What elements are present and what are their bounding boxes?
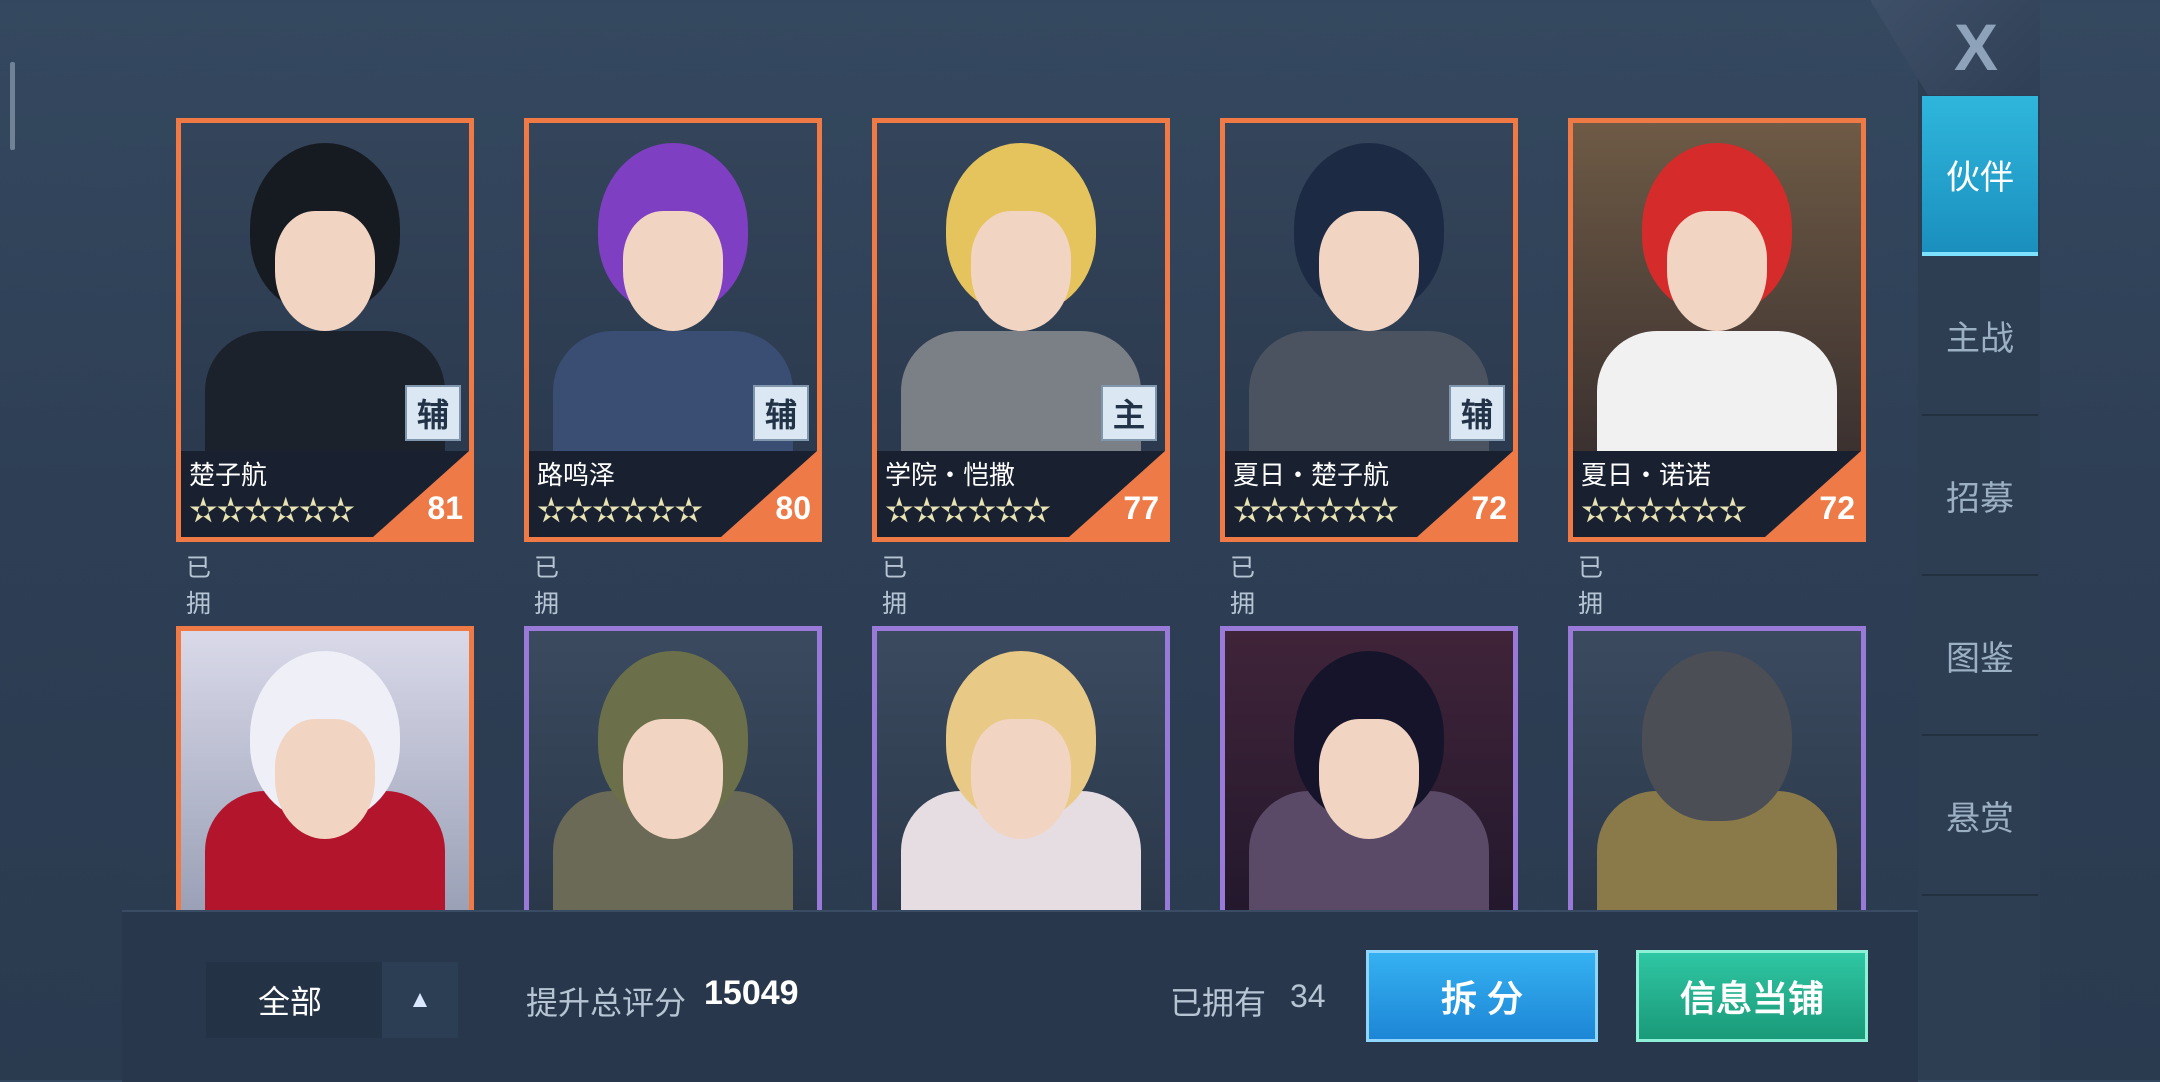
tab-bounty[interactable]: 悬赏 [1922,736,2038,896]
partner-score: 80 [775,490,811,526]
partner-card-summer-chuzihang[interactable]: 辅 夏日・楚子航 ✫✫✫✫✫✫ 72 [1220,118,1518,542]
partner-name: 学院・恺撒 [885,460,1016,490]
partner-portrait [1573,123,1861,451]
role-badge: 辅 [753,385,809,441]
close-button[interactable]: X [1870,0,2040,95]
boost-score-value: 15049 [704,974,799,1012]
split-button[interactable]: 拆 分 [1366,950,1598,1042]
right-sidebar: 伙伴 主战 招募 图鉴 悬赏 [1922,96,2038,896]
card-info: 夏日・诺诺 ✫✫✫✫✫✫ 72 [1573,451,1861,537]
partner-score: 72 [1471,490,1507,526]
partner-name: 路鸣泽 [537,460,616,490]
star-rating: ✫✫✫✫✫✫ [885,492,1051,530]
left-drag-handle[interactable] [10,62,15,150]
partner-score: 72 [1819,490,1855,526]
triangle-up-icon: ▲ [408,986,432,1013]
card-info: 夏日・楚子航 ✫✫✫✫✫✫ 72 [1225,451,1513,537]
partner-card-row2-4[interactable] [1220,626,1518,916]
boost-score-label: 提升总评分 [526,985,687,1021]
partner-card-chuzihang[interactable]: 辅 楚子航 ✫✫✫✫✫✫ 81 [176,118,474,542]
partner-card-row2-1[interactable] [176,626,474,916]
partner-portrait [529,631,817,911]
partner-name: 夏日・楚子航 [1233,460,1390,490]
close-icon: X [1954,10,1999,84]
star-rating: ✫✫✫✫✫✫ [189,492,355,530]
partner-portrait [877,631,1165,911]
partner-card-kaisa[interactable]: 主 学院・恺撒 ✫✫✫✫✫✫ 77 [872,118,1170,542]
partner-score: 81 [427,490,463,526]
info-pawnshop-button[interactable]: 信息当铺 [1636,950,1868,1042]
owned-total-value: 34 [1290,978,1326,1014]
partner-portrait [1573,631,1861,911]
partner-card-row2-5[interactable] [1568,626,1866,916]
tab-codex[interactable]: 图鉴 [1922,576,2038,736]
partner-portrait [181,631,469,911]
filter-label: 全部 [257,984,322,1020]
star-rating: ✫✫✫✫✫✫ [537,492,703,530]
tab-partner[interactable]: 伙伴 [1922,96,2038,256]
filter-dropdown[interactable]: 全部 ▲ [206,962,458,1038]
partner-card-row2-3[interactable] [872,626,1170,916]
owned-total-label: 已拥有 [1170,985,1267,1021]
card-info: 学院・恺撒 ✫✫✫✫✫✫ 77 [877,451,1165,537]
star-rating: ✫✫✫✫✫✫ [1581,492,1747,530]
card-info: 楚子航 ✫✫✫✫✫✫ 81 [181,451,469,537]
filter-toggle-button[interactable]: ▲ [382,962,458,1038]
role-badge: 辅 [1449,385,1505,441]
tab-main-battle[interactable]: 主战 [1922,256,2038,416]
partner-name: 夏日・诺诺 [1581,460,1712,490]
tab-recruit[interactable]: 招募 [1922,416,2038,576]
card-info: 路鸣泽 ✫✫✫✫✫✫ 80 [529,451,817,537]
role-badge: 主 [1101,385,1157,441]
role-badge: 辅 [405,385,461,441]
partner-name: 楚子航 [189,460,268,490]
partner-card-luminze[interactable]: 辅 路鸣泽 ✫✫✫✫✫✫ 80 [524,118,822,542]
star-rating: ✫✫✫✫✫✫ [1233,492,1399,530]
partner-score: 77 [1123,490,1159,526]
partner-card-row2-2[interactable] [524,626,822,916]
partner-card-summer-nuonuo[interactable]: 夏日・诺诺 ✫✫✫✫✫✫ 72 [1568,118,1866,542]
partner-portrait [1225,631,1513,911]
